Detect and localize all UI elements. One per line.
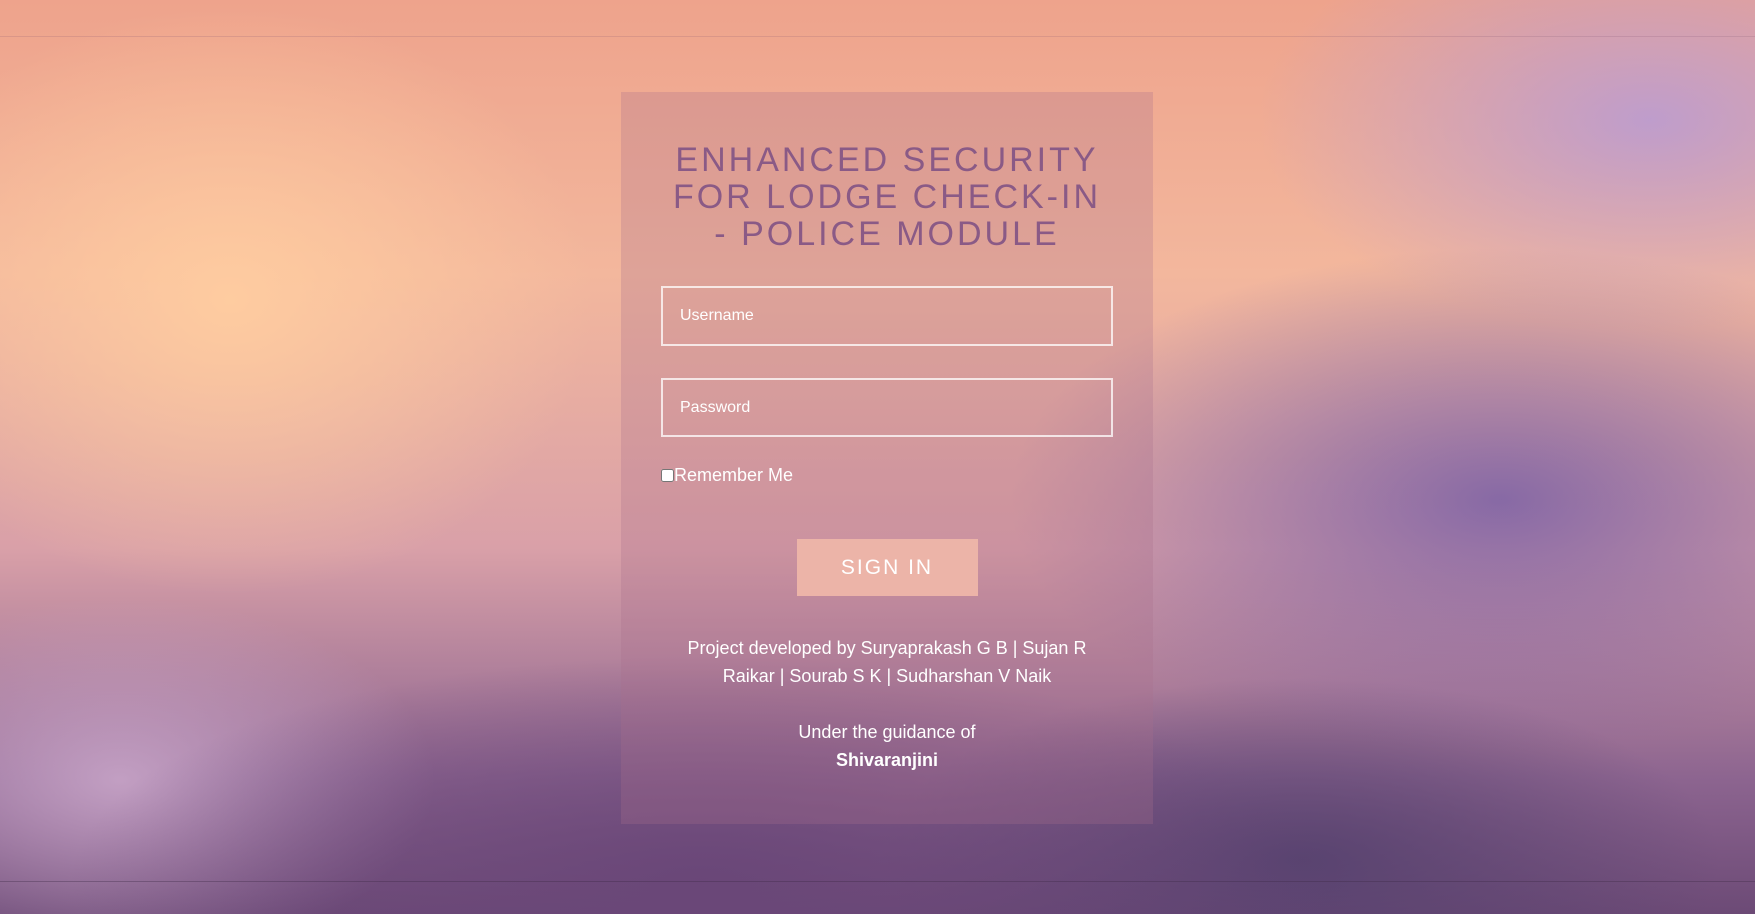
guidance-prefix: Under the guidance of — [798, 722, 976, 742]
login-card: ENHANCED SECURITY FOR LODGE CHECK-IN - P… — [621, 92, 1153, 824]
top-divider — [0, 36, 1755, 37]
page-title: ENHANCED SECURITY FOR LODGE CHECK-IN - P… — [672, 141, 1102, 253]
remember-me-checkbox[interactable] — [661, 469, 674, 482]
username-input[interactable] — [661, 286, 1113, 346]
password-input[interactable] — [661, 378, 1113, 437]
guide-name: Shivaranjini — [835, 750, 939, 770]
bottom-divider — [0, 881, 1755, 882]
guidance-text: Under the guidance of Shivaranjini — [661, 718, 1113, 774]
remember-me[interactable]: Remember Me — [661, 465, 1113, 486]
project-credits: Project developed by Suryaprakash G B | … — [687, 638, 1087, 686]
remember-me-label: Remember Me — [674, 465, 794, 485]
sign-in-button[interactable]: SIGN IN — [796, 539, 978, 596]
